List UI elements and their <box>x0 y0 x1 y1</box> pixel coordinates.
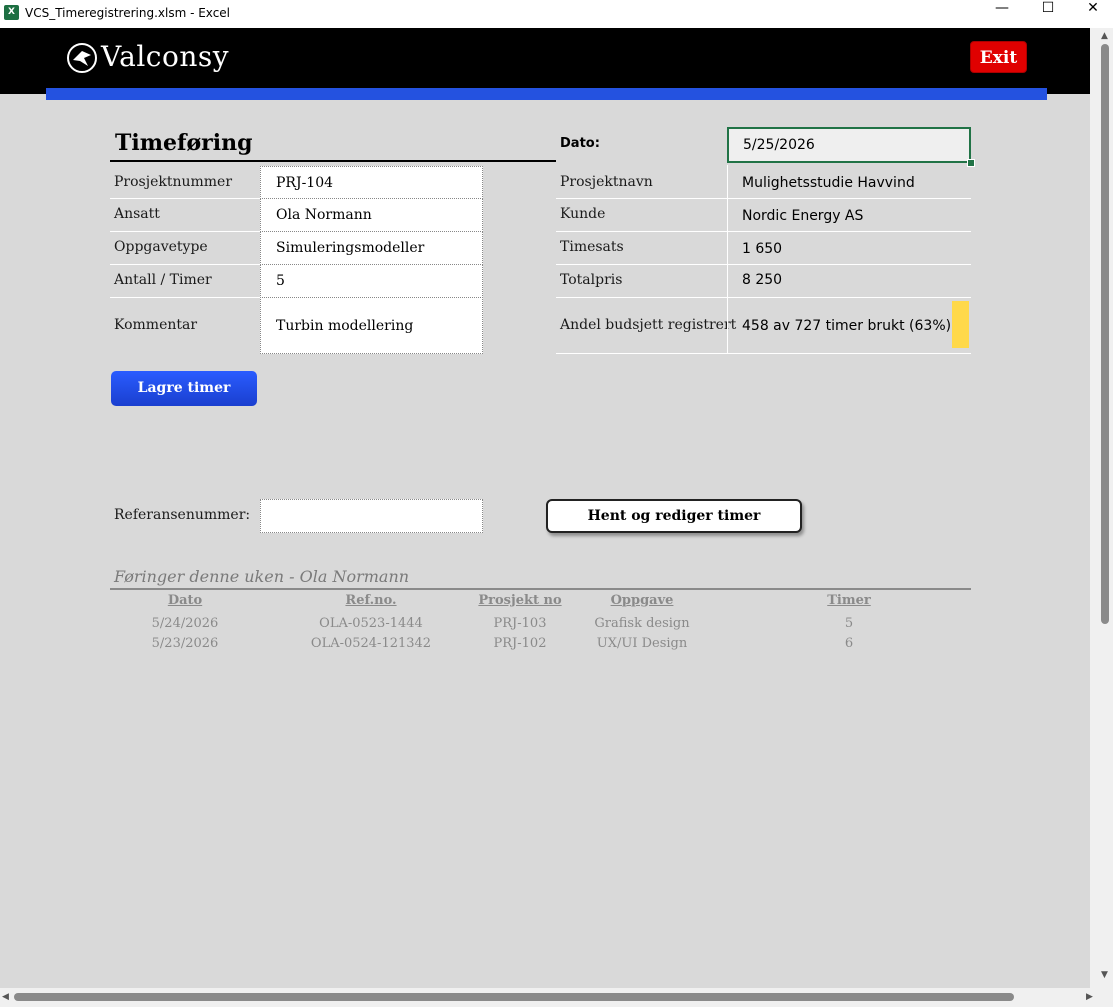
row-divider <box>110 198 260 199</box>
cell-project: PRJ-102 <box>493 636 547 651</box>
header-accent-bar <box>46 88 1047 100</box>
hours-label: Antall / Timer <box>114 272 212 288</box>
scroll-left-icon[interactable]: ◀ <box>2 992 9 1002</box>
close-icon[interactable]: ✕ <box>1070 0 1113 28</box>
column-header-project: Prosjekt no <box>478 593 562 608</box>
row-divider <box>110 264 260 265</box>
project-name-label: Prosjektnavn <box>560 174 653 190</box>
cell-hours: 6 <box>844 636 854 651</box>
reference-input[interactable] <box>260 499 483 533</box>
employee-label: Ansatt <box>114 206 160 222</box>
weekly-entries-title: Føringer denne uken - Ola Normann <box>114 567 410 586</box>
cell-task: UX/UI Design <box>596 636 688 651</box>
project-name-value: Mulighetsstudie Havvind <box>742 175 915 191</box>
hours-input[interactable]: 5 <box>260 264 483 298</box>
row-divider <box>556 297 971 298</box>
task-type-input[interactable]: Simuleringsmodeller <box>260 231 483 265</box>
exit-button[interactable]: Exit <box>970 41 1027 73</box>
employee-input[interactable]: Ola Normann <box>260 198 483 232</box>
budget-status-indicator <box>952 301 969 348</box>
window-title: VCS_Timeregistrering.xlsm - Excel <box>25 6 231 20</box>
row-divider <box>556 264 971 265</box>
cell-fill-handle[interactable] <box>967 159 975 167</box>
date-label: Dato: <box>560 136 600 151</box>
row-divider <box>556 198 971 199</box>
customer-label: Kunde <box>560 206 606 222</box>
cell-date: 5/24/2026 <box>151 616 219 631</box>
column-header-task: Oppgave <box>610 593 674 608</box>
title-divider <box>110 160 556 162</box>
horizontal-scroll-thumb[interactable] <box>14 993 1014 1001</box>
total-price-label: Totalpris <box>560 272 623 288</box>
reference-label: Referansenummer: <box>114 507 251 523</box>
fetch-edit-hours-button[interactable]: Hent og rediger timer <box>546 499 802 533</box>
scroll-down-icon[interactable]: ▼ <box>1101 970 1108 980</box>
cell-ref: OLA-0524-121342 <box>310 636 432 651</box>
column-header-ref: Ref.no. <box>345 593 397 608</box>
budget-share-value: 458 av 727 timer brukt (63%) <box>742 318 952 334</box>
entries-divider <box>110 588 971 590</box>
row-divider <box>110 297 260 298</box>
minimize-icon[interactable]: — <box>979 0 1025 28</box>
cell-project: PRJ-103 <box>493 616 547 631</box>
customer-value: Nordic Energy AS <box>742 208 864 224</box>
total-price-value: 8 250 <box>742 272 783 288</box>
hourly-rate-value: 1 650 <box>742 241 783 257</box>
excel-app-icon: X <box>4 5 19 20</box>
hourly-rate-label: Timesats <box>560 239 624 255</box>
comment-label: Kommentar <box>114 317 198 333</box>
brand-name: Valconsy <box>101 40 230 73</box>
column-divider <box>727 165 728 354</box>
row-divider <box>556 231 971 232</box>
row-divider <box>556 353 971 354</box>
task-type-label: Oppgavetype <box>114 239 208 255</box>
valconsy-logo-icon <box>67 43 97 73</box>
table-row[interactable]: 5/23/2026 OLA-0524-121342 PRJ-102 UX/UI … <box>110 636 971 654</box>
row-divider <box>110 231 260 232</box>
table-row[interactable]: 5/24/2026 OLA-0523-1444 PRJ-103 Grafisk … <box>110 616 971 634</box>
column-header-hours: Timer <box>827 593 871 608</box>
cell-date: 5/23/2026 <box>151 636 219 651</box>
vertical-scroll-thumb[interactable] <box>1101 44 1109 624</box>
save-hours-button[interactable]: Lagre timer <box>111 371 257 406</box>
scroll-up-icon[interactable]: ▲ <box>1101 31 1108 41</box>
cell-ref: OLA-0523-1444 <box>319 616 423 631</box>
column-header-date: Dato <box>167 593 203 608</box>
maximize-icon[interactable]: ☐ <box>1025 0 1071 28</box>
budget-share-label: Andel budsjett registrert <box>560 317 737 333</box>
comment-input[interactable]: Turbin modellering <box>260 297 483 354</box>
page-title: Timeføring <box>115 130 253 156</box>
project-number-input[interactable]: PRJ-104 <box>260 166 483 199</box>
scroll-right-icon[interactable]: ▶ <box>1086 992 1093 1002</box>
cell-task: Grafisk design <box>594 616 690 631</box>
project-number-label: Prosjektnummer <box>114 174 233 190</box>
cell-hours: 5 <box>844 616 854 631</box>
date-field[interactable]: 5/25/2026 <box>727 127 971 163</box>
